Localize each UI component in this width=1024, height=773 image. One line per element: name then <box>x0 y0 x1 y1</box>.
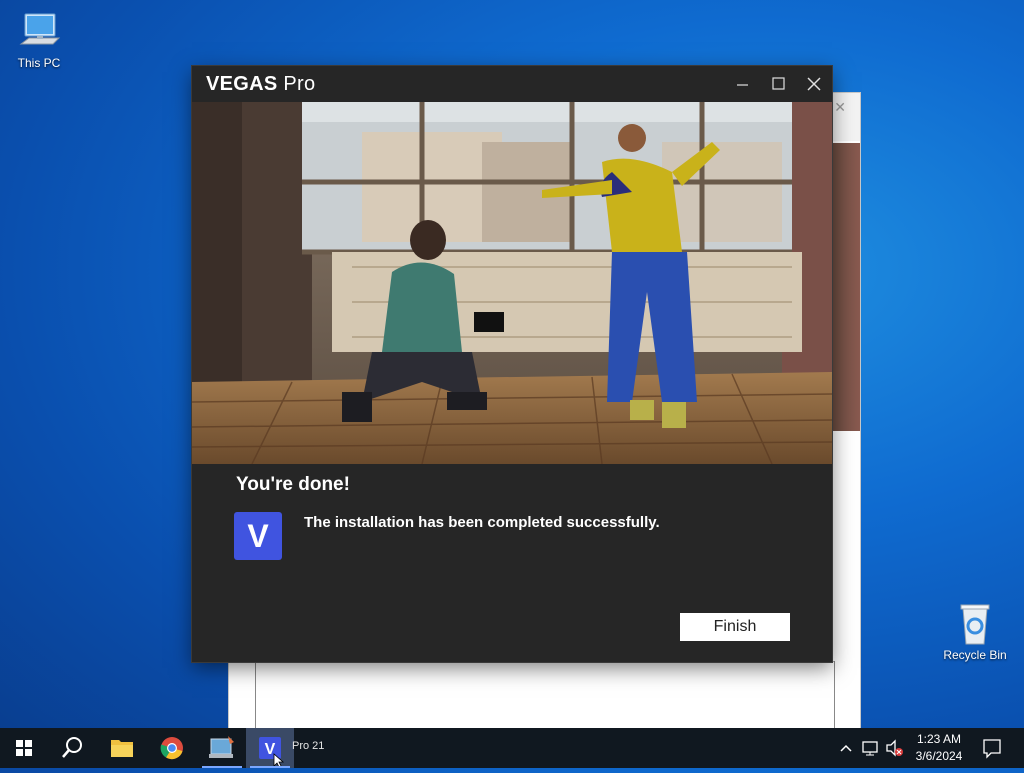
show-hidden-icons-button[interactable] <box>836 728 856 768</box>
vegas-pro-taskbar-button[interactable]: V <box>246 728 294 768</box>
desktop-icon-label: Recycle Bin <box>943 648 1007 662</box>
app-title-product: Pro <box>283 73 316 95</box>
installer-button[interactable] <box>198 728 246 768</box>
maximize-button[interactable] <box>760 66 796 102</box>
desktop-icon-this-pc[interactable]: This PC <box>4 10 74 70</box>
app-title: VEGAS Pro <box>206 73 315 96</box>
volume-muted-icon <box>886 739 903 757</box>
close-button[interactable] <box>796 66 832 102</box>
background-window-divider <box>255 661 256 729</box>
system-clock[interactable]: 1:23 AM 3/6/2024 <box>906 731 972 765</box>
installer-dialog: VEGAS Pro You're done! V The installatio… <box>192 66 832 662</box>
title-bar[interactable]: VEGAS Pro <box>192 66 832 102</box>
background-close-icon[interactable]: ✕ <box>834 99 846 116</box>
desktop-icon-recycle-bin[interactable]: Recycle Bin <box>940 602 1010 662</box>
chrome-icon <box>160 737 183 760</box>
start-button[interactable] <box>0 728 48 768</box>
clock-date: 3/6/2024 <box>915 749 963 763</box>
taskbar: V Pro 21 1:23 AM 3/6/2024 <box>0 728 1024 768</box>
notifications-button[interactable] <box>976 728 1008 768</box>
minimize-icon <box>737 84 748 86</box>
vegas-icon: V <box>259 737 285 768</box>
installer-icon <box>209 736 234 758</box>
completion-message: The installation has been completed succ… <box>304 514 660 531</box>
taskbar-app-label: Pro 21 <box>292 740 325 752</box>
file-explorer-button[interactable] <box>98 728 146 768</box>
recycle-bin-icon <box>951 602 999 646</box>
volume-tray-button[interactable] <box>884 728 906 768</box>
clock-time: 1:23 AM <box>916 732 962 746</box>
app-title-brand: VEGAS <box>206 73 278 95</box>
background-window-image-edge <box>832 143 860 431</box>
minimize-button[interactable] <box>724 66 760 102</box>
finish-button[interactable]: Finish <box>680 613 790 641</box>
folder-icon <box>111 740 133 757</box>
computer-icon <box>15 10 63 54</box>
vegas-logo-icon: V <box>234 512 282 560</box>
chrome-button[interactable] <box>148 728 196 768</box>
hero-image <box>192 102 832 464</box>
chevron-up-icon <box>840 744 852 752</box>
windows-icon <box>16 740 32 756</box>
notification-icon <box>983 739 1001 759</box>
desktop-icon-label: This PC <box>17 56 61 70</box>
search-icon <box>62 737 82 758</box>
maximize-icon <box>772 77 785 90</box>
network-tray-button[interactable] <box>860 728 882 768</box>
completion-heading: You're done! <box>236 474 350 495</box>
search-button[interactable] <box>48 728 96 768</box>
background-window-divider <box>834 661 835 729</box>
network-icon <box>862 741 878 756</box>
close-icon <box>807 77 821 91</box>
